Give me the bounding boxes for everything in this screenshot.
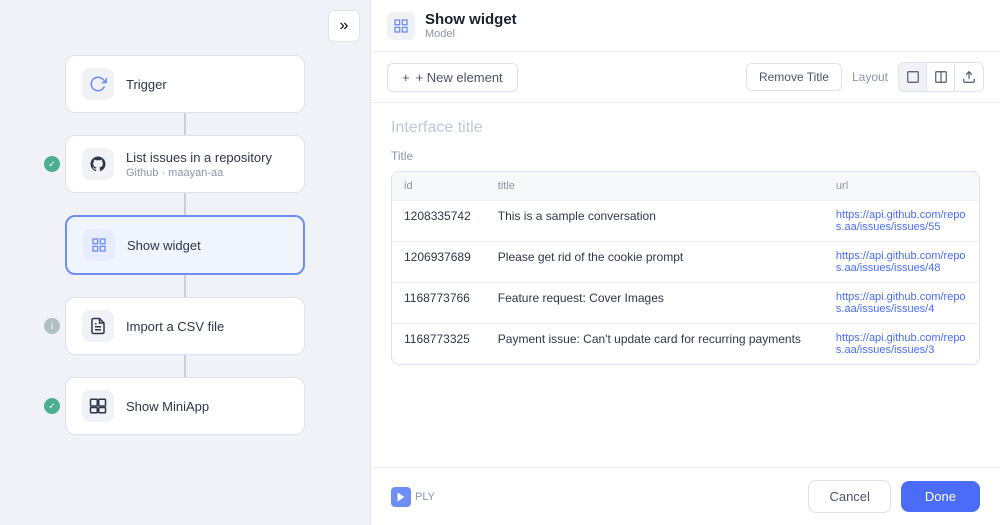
plus-icon: + (402, 70, 410, 85)
cell-id: 1206937689 (392, 242, 486, 283)
right-toolbar: + + New element Remove Title Layout (371, 52, 1000, 103)
list-issues-title: List issues in a repository (126, 150, 288, 165)
table-header-row: id title url (392, 172, 979, 201)
layout-buttons (898, 62, 984, 92)
cell-url: https://api.github.com/repos.aa/issues/i… (824, 242, 979, 283)
trigger-content: Trigger (126, 77, 288, 92)
list-issues-content: List issues in a repository Github · maa… (126, 150, 288, 179)
cell-title: This is a sample conversation (486, 201, 824, 242)
import-csv-title: Import a CSV file (126, 319, 288, 334)
cell-id: 1208335742 (392, 201, 486, 242)
status-check-1: ✓ (44, 156, 60, 172)
table-body: 1208335742 This is a sample conversation… (392, 201, 979, 365)
interface-title-placeholder: Interface title (391, 119, 980, 137)
new-element-label: + New element (416, 70, 503, 85)
status-info-1: i (44, 318, 60, 334)
cancel-button[interactable]: Cancel (808, 480, 890, 513)
data-table: id title url 1208335742 This is a sample… (392, 172, 979, 364)
cell-title: Payment issue: Can't update card for rec… (486, 324, 824, 365)
github-icon (82, 148, 114, 180)
right-content: Interface title Title id title url 12083… (371, 103, 1000, 467)
col-header-url: url (824, 172, 979, 201)
flow-node-trigger[interactable]: Trigger (65, 55, 305, 113)
ply-logo: PLY (391, 487, 435, 507)
flow-node-show-miniapp[interactable]: ✓ Show MiniApp (65, 377, 305, 435)
flow-left-panel: » Trigger ✓ List iss (0, 0, 370, 525)
table-row: 1208335742 This is a sample conversation… (392, 201, 979, 242)
layout-split-btn[interactable] (927, 63, 955, 91)
cell-title: Please get rid of the cookie prompt (486, 242, 824, 283)
status-check-2: ✓ (44, 398, 60, 414)
layout-single-btn[interactable] (899, 63, 927, 91)
table-row: 1206937689 Please get rid of the cookie … (392, 242, 979, 283)
collapse-icon: » (340, 17, 349, 35)
show-widget-title: Show widget (127, 238, 287, 253)
widget-header-icon (387, 12, 415, 40)
cell-id: 1168773766 (392, 283, 486, 324)
layout-export-btn[interactable] (955, 63, 983, 91)
header-title: Show widget (425, 11, 984, 28)
header-subtitle: Model (425, 28, 984, 40)
right-header: Show widget Model (371, 0, 1000, 52)
cell-url: https://api.github.com/repos.aa/issues/i… (824, 201, 979, 242)
flow-node-show-widget[interactable]: Show widget (65, 215, 305, 275)
remove-title-button[interactable]: Remove Title (746, 63, 842, 91)
show-miniapp-content: Show MiniApp (126, 399, 288, 414)
header-text: Show widget Model (425, 11, 984, 40)
widget-icon-left (83, 229, 115, 261)
col-header-title: title (486, 172, 824, 201)
new-element-button[interactable]: + + New element (387, 63, 518, 92)
table-row: 1168773766 Feature request: Cover Images… (392, 283, 979, 324)
table-row: 1168773325 Payment issue: Can't update c… (392, 324, 979, 365)
flow-node-import-csv[interactable]: i Import a CSV file (65, 297, 305, 355)
import-csv-content: Import a CSV file (126, 319, 288, 334)
data-table-wrapper: id title url 1208335742 This is a sample… (391, 171, 980, 365)
flow-container: Trigger ✓ List issues in a repository Gi… (0, 0, 370, 455)
cell-url: https://api.github.com/repos.aa/issues/i… (824, 283, 979, 324)
trigger-icon (82, 68, 114, 100)
connector-1 (184, 113, 186, 135)
cell-title: Feature request: Cover Images (486, 283, 824, 324)
connector-4 (184, 355, 186, 377)
cell-id: 1168773325 (392, 324, 486, 365)
done-button[interactable]: Done (901, 481, 980, 512)
field-label: Title (391, 149, 980, 163)
layout-label: Layout (852, 70, 888, 84)
connector-2 (184, 193, 186, 215)
collapse-button[interactable]: » (328, 10, 360, 42)
show-miniapp-title: Show MiniApp (126, 399, 288, 414)
right-footer: PLY Cancel Done (371, 467, 1000, 525)
trigger-title: Trigger (126, 77, 288, 92)
miniapp-icon (82, 390, 114, 422)
list-issues-subtitle: Github · maayan-aa (126, 167, 288, 179)
ply-logo-text: PLY (415, 491, 435, 503)
right-panel: Show widget Model + + New element Remove… (370, 0, 1000, 525)
ply-logo-mark (391, 487, 411, 507)
col-header-id: id (392, 172, 486, 201)
show-widget-content: Show widget (127, 238, 287, 253)
flow-node-list-issues[interactable]: ✓ List issues in a repository Github · m… (65, 135, 305, 193)
cell-url: https://api.github.com/repos.aa/issues/i… (824, 324, 979, 365)
connector-3 (184, 275, 186, 297)
csv-icon (82, 310, 114, 342)
